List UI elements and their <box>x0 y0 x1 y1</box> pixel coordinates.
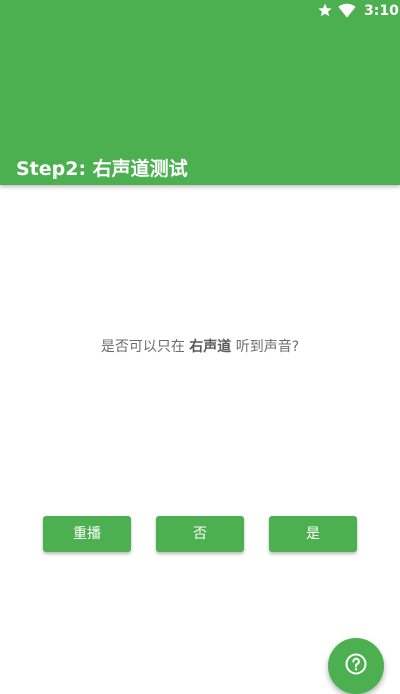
question-suffix: 听到声音? <box>231 339 300 355</box>
app-bar: 3:10 Step2: 右声道测试 <box>0 0 400 185</box>
page-title: Step2: 右声道测试 <box>16 158 188 180</box>
question-text: 是否可以只在 右声道 听到声音? <box>0 337 400 357</box>
wifi-icon <box>338 3 356 18</box>
no-button[interactable]: 否 <box>156 516 244 552</box>
help-fab-button[interactable] <box>328 638 384 694</box>
question-emphasis: 右声道 <box>189 339 232 355</box>
status-bar: 3:10 <box>0 0 400 24</box>
replay-button[interactable]: 重播 <box>43 516 131 552</box>
question-prefix: 是否可以只在 <box>100 339 190 355</box>
star-icon <box>318 3 332 17</box>
help-icon <box>345 653 367 675</box>
yes-button[interactable]: 是 <box>269 516 357 552</box>
status-time: 3:10 <box>364 3 399 19</box>
